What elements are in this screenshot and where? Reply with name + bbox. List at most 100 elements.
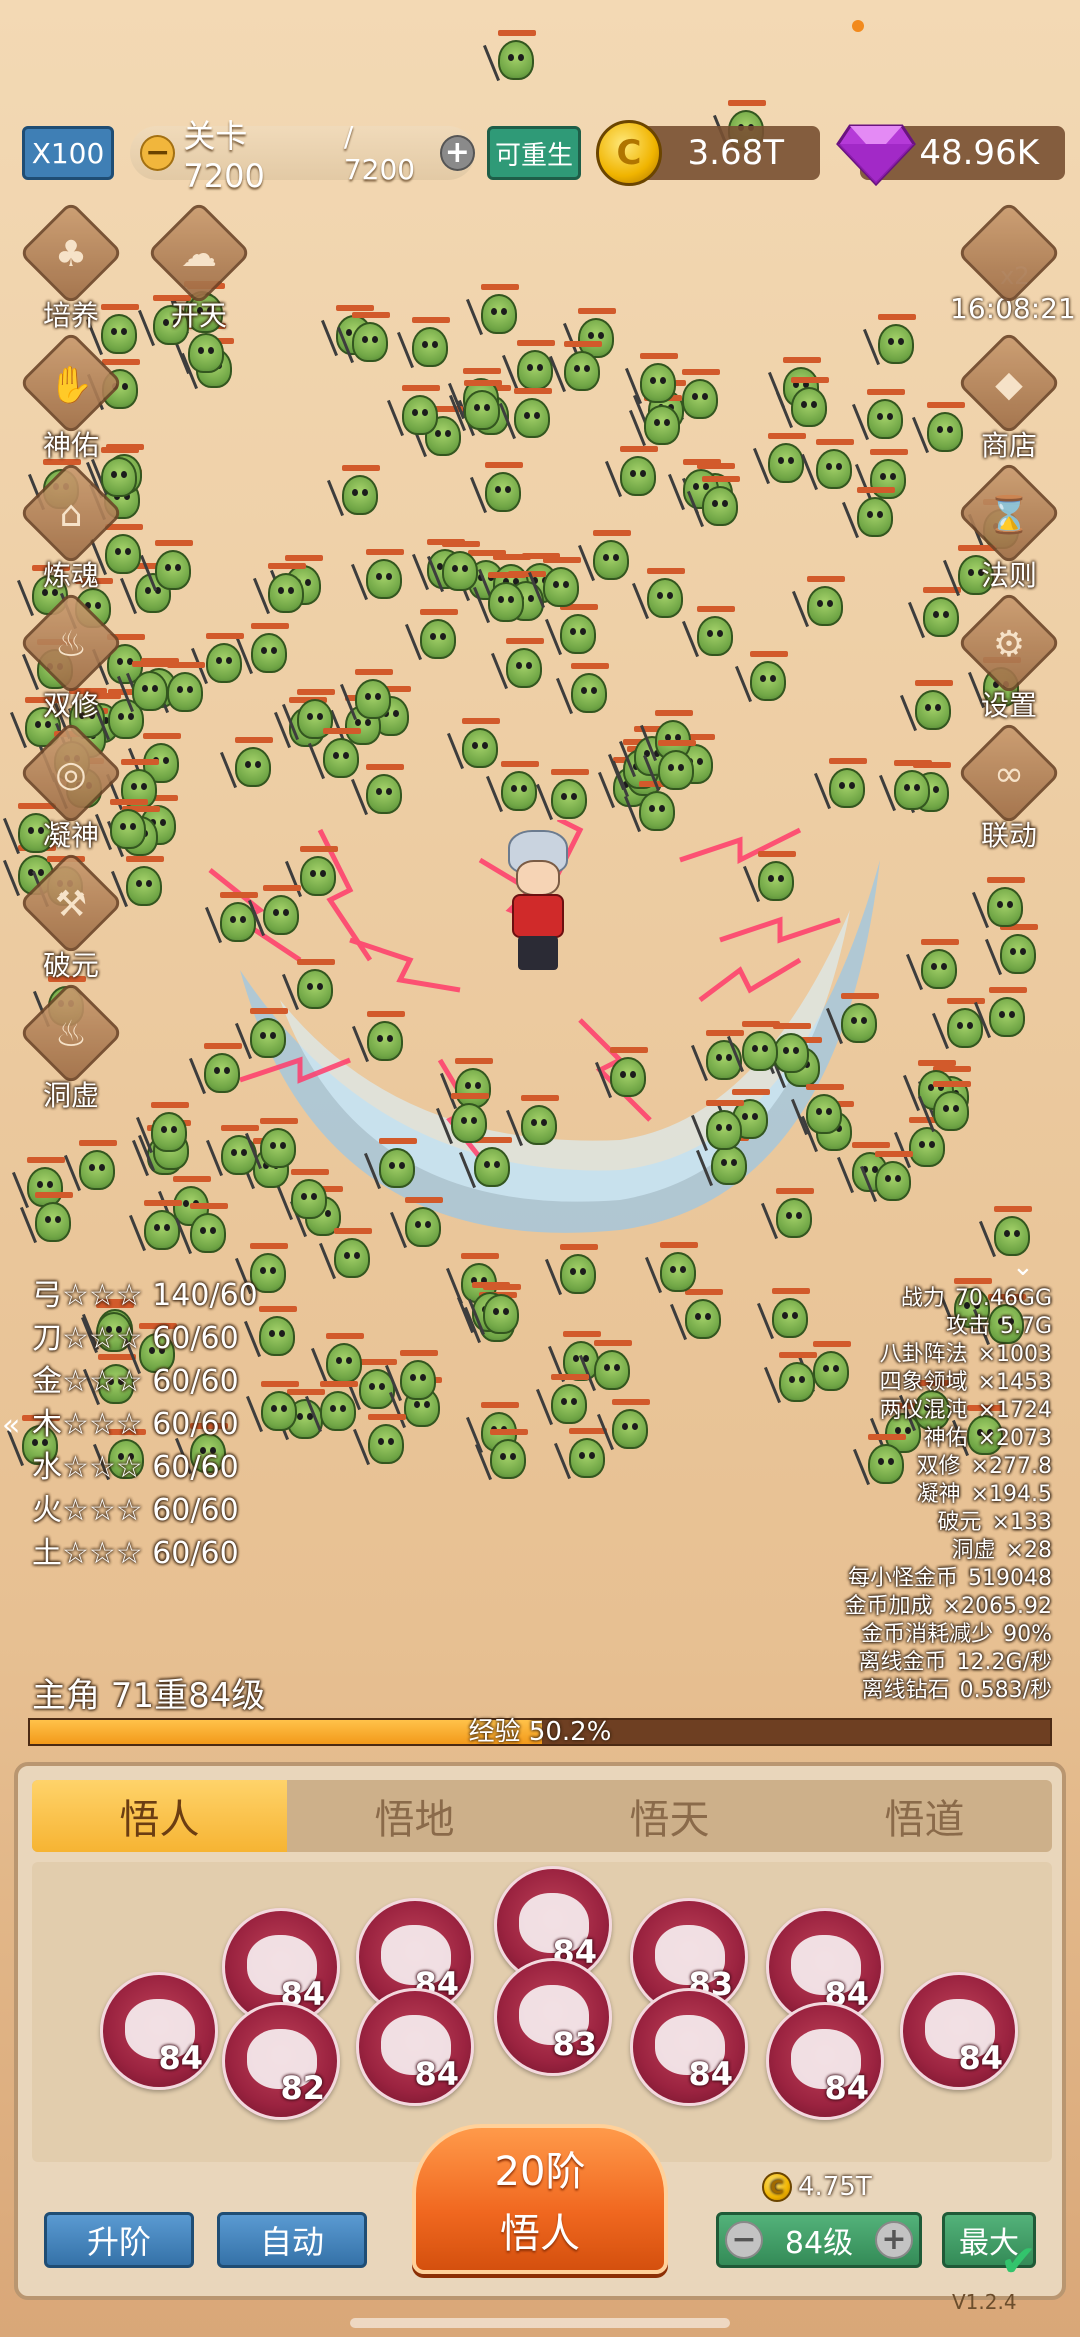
side-menu-button[interactable]: ∞ 联动 (954, 720, 1064, 852)
goblin-enemy (245, 1380, 305, 1437)
collapse-left-icon[interactable]: « (2, 1408, 20, 1443)
goblin-enemy (595, 1046, 654, 1103)
goblin-enemy (790, 1083, 850, 1140)
stat-row: 凝神 ×194.5 (845, 1481, 1052, 1509)
side-menu-button[interactable]: ♨ 双修 (16, 590, 126, 722)
gem-icon (836, 124, 916, 187)
stat-row: 两仪混沌 ×1724 (845, 1397, 1052, 1425)
zodiac-level: 84 (824, 2069, 869, 2107)
stat-label: 金币消耗减少 (861, 1622, 994, 1647)
zodiac-level: 84 (158, 2039, 203, 2077)
stat-label: 洞虚 (951, 1538, 996, 1563)
tier-name: 悟人 (500, 2211, 580, 2257)
goblin-enemy (624, 353, 684, 409)
goblin-enemy (536, 769, 595, 825)
upgrade-tier-button[interactable]: 升阶 (44, 2212, 194, 2268)
side-menu-button[interactable]: ♨ 洞虚 (16, 980, 126, 1112)
exp-text: 经验 50.2% (468, 1717, 612, 1747)
goblin-enemy (764, 1352, 823, 1408)
version-label: V1.2.4 (952, 2290, 1017, 2314)
side-menu-button[interactable]: ⚙ 设置 (954, 590, 1064, 722)
stat-row: 破元 ×133 (845, 1509, 1052, 1537)
stat-value: 5.7G (999, 1314, 1052, 1339)
stat-value: ×133 (991, 1510, 1052, 1535)
level-stepper: − 84级 + (716, 2212, 922, 2268)
zodiac-slot[interactable]: 84 (900, 1972, 1018, 2090)
goblin-enemy (906, 939, 965, 995)
goblin-enemy (235, 623, 295, 679)
zodiac-slot[interactable]: 83 (494, 1958, 612, 2076)
zodiac-slot[interactable]: 84 (100, 1972, 218, 2090)
side-menu-button[interactable]: ⚒ 破元 (16, 850, 126, 982)
side-menu-button[interactable]: ♣ 培养 (16, 200, 126, 332)
level-minus-button[interactable]: − (725, 2221, 763, 2259)
element-row: 刀☆☆☆ 60/60 (32, 1321, 239, 1356)
panel-tab[interactable]: 悟人 (32, 1780, 287, 1852)
zodiac-slot[interactable]: 84 (766, 2002, 884, 2120)
side-menu-button[interactable]: ◎ 凝神 (16, 720, 126, 852)
goblin-enemy (396, 317, 456, 373)
stage-prev-button[interactable]: − (140, 135, 176, 171)
goblin-enemy (813, 758, 873, 814)
stat-label: 双修 (916, 1454, 961, 1479)
side-menu-label: 双修 (42, 689, 99, 722)
element-row: 弓☆☆☆ 140/60 (32, 1278, 258, 1313)
house-icon: ⌂ (59, 494, 83, 535)
goblin-enemy (691, 1100, 750, 1156)
stat-row: 离线钻石 0.583/秒 (845, 1677, 1052, 1705)
clover-icon: ♣ (54, 234, 88, 275)
goblin-enemy (879, 760, 938, 816)
zodiac-level: 84 (688, 2055, 733, 2093)
goblin-enemy (792, 576, 851, 632)
goblin-enemy (351, 548, 410, 605)
goblin-enemy (245, 1118, 304, 1174)
goblin-enemy (536, 1374, 595, 1430)
side-menu-button[interactable]: ⌂ 炼魂 (16, 460, 126, 592)
stat-row: 洞虚 ×28 (845, 1537, 1052, 1565)
zodiac-slot[interactable]: 82 (222, 2002, 340, 2120)
level-plus-button[interactable]: + (875, 2221, 913, 2259)
fire-icon: ♨ (54, 1014, 88, 1055)
side-menu-button[interactable]: ☁ 开天 (144, 200, 254, 332)
double-boost-button[interactable] (954, 200, 1064, 332)
panel-tab[interactable]: 悟道 (797, 1780, 1052, 1852)
zodiac-slot[interactable]: 84 (630, 1988, 748, 2106)
goblin-enemy (339, 669, 399, 725)
side-menu-button[interactable]: ✋ 神佑 (16, 330, 126, 462)
side-menu-button[interactable]: ◆ 商店 (954, 330, 1064, 462)
panel-tab[interactable]: 悟天 (542, 1780, 797, 1852)
auto-button[interactable]: 自动 (217, 2212, 367, 2268)
panel-tab[interactable]: 悟地 (287, 1780, 542, 1852)
stat-label: 战力 (900, 1286, 945, 1311)
stat-row: 神佑 ×2073 (845, 1425, 1052, 1453)
side-menu-button[interactable]: ⌛ 法则 (954, 460, 1064, 592)
goblin-enemy (686, 475, 746, 532)
stat-row: 金币消耗减少 90% (845, 1621, 1052, 1649)
goblin-enemy (825, 992, 885, 1049)
checkmark-icon: ✔ (1000, 2236, 1037, 2287)
goblin-enemy (474, 1428, 534, 1485)
stat-value: ×1453 (977, 1370, 1052, 1395)
zodiac-slot[interactable]: 84 (356, 1988, 474, 2106)
hero-character (498, 830, 578, 980)
element-row: 金☆☆☆ 60/60 (32, 1364, 239, 1399)
goblin-enemy (597, 1399, 656, 1455)
goblin-enemy (282, 959, 341, 1015)
hands-icon: ✋ (48, 365, 94, 406)
tier-main-button[interactable]: 20阶 悟人 (412, 2124, 668, 2274)
goblin-enemy (436, 1092, 495, 1149)
goblin-enemy (499, 387, 558, 444)
zodiac-grid: 84 84 82 84 84 84 83 83 84 84 84 84 (32, 1862, 1052, 2162)
stage-next-button[interactable]: + (439, 135, 476, 171)
speed-multiplier-button[interactable]: X100 (22, 126, 114, 180)
element-row: 火☆☆☆ 60/60 (32, 1493, 239, 1528)
stat-label: 金币加成 (844, 1594, 933, 1619)
stat-row: 每小怪金币 519048 (845, 1565, 1052, 1593)
stat-row: 攻击 5.7G (845, 1313, 1052, 1341)
goblin-enemy (466, 284, 525, 340)
stat-label: 攻击 (945, 1314, 990, 1339)
diamond-icon: ◆ (995, 364, 1023, 405)
cloud-icon: ☁ (181, 234, 217, 275)
chevron-down-icon[interactable]: ⌄ (1012, 1252, 1034, 1282)
rebirth-button[interactable]: 可重生 (487, 126, 581, 180)
